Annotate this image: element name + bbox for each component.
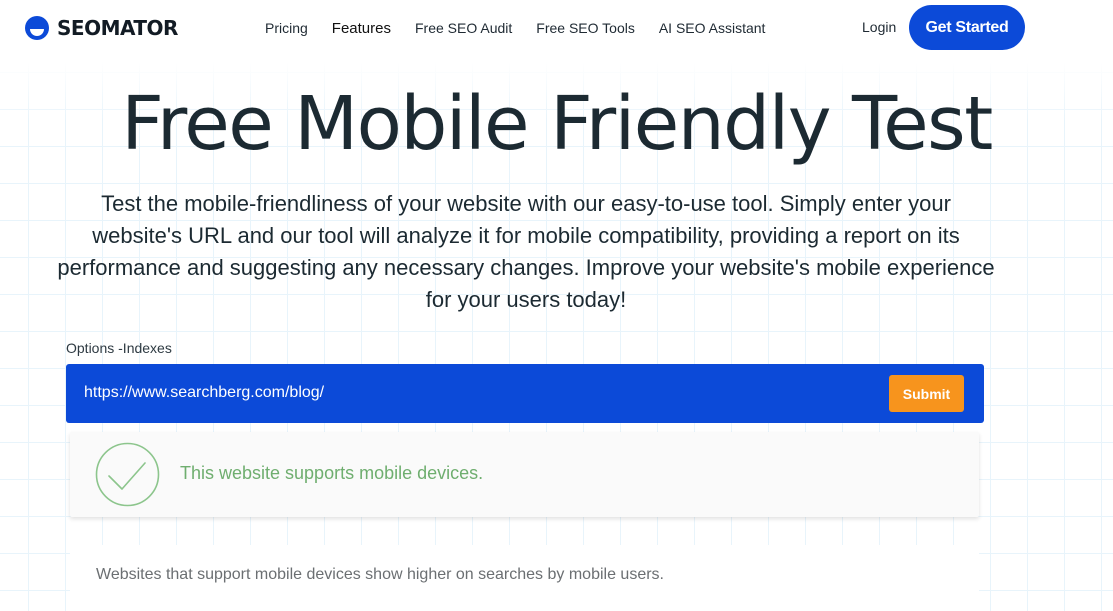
logo[interactable]: SEOMATOR: [25, 14, 178, 42]
nav-link-free-seo-tools[interactable]: Free SEO Tools: [536, 20, 635, 36]
url-input[interactable]: [84, 378, 864, 408]
check-circle-icon: [95, 442, 160, 507]
logo-text: SEOMATOR: [57, 16, 178, 40]
seomator-logo-icon: [25, 16, 49, 40]
result-message: This website supports mobile devices.: [180, 463, 484, 483]
options-label: Options -Indexes: [66, 340, 172, 356]
nav-link-ai-seo-assistant[interactable]: AI SEO Assistant: [659, 20, 766, 36]
get-started-button[interactable]: Get Started: [909, 5, 1025, 50]
nav-link-features[interactable]: Features: [332, 20, 391, 37]
nav-link-free-seo-audit[interactable]: Free SEO Audit: [415, 20, 512, 36]
nav-links: Pricing Features Free SEO Audit Free SEO…: [265, 18, 765, 38]
page-title: Free Mobile Friendly Test: [121, 81, 993, 167]
url-form: Submit: [66, 364, 984, 423]
nav-link-pricing[interactable]: Pricing: [265, 20, 308, 36]
info-message: Websites that support mobile devices sho…: [96, 566, 664, 583]
page-description: Test the mobile-friendliness of your web…: [57, 191, 995, 312]
top-navigation: SEOMATOR Pricing Features Free SEO Audit…: [0, 0, 1113, 56]
result-card: This website supports mobile devices.: [70, 432, 979, 517]
login-link[interactable]: Login: [862, 19, 896, 35]
submit-button[interactable]: Submit: [889, 375, 964, 412]
info-card: Websites that support mobile devices sho…: [70, 545, 979, 611]
